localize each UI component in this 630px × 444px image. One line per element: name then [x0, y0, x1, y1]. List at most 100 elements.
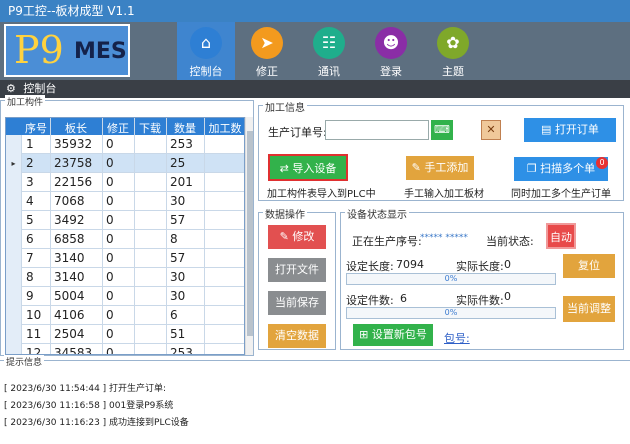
info-legend: 加工信息 — [263, 99, 307, 114]
table-cell: 7 — [26, 251, 34, 265]
nav-label: 登录 — [380, 65, 402, 78]
length-progress: 0% — [346, 273, 556, 285]
table-cell: 34583 — [54, 346, 93, 355]
table-row[interactable]: 8 3140 0 30 — [6, 268, 244, 287]
order-input[interactable] — [325, 120, 429, 140]
modify-button[interactable]: ✎ 修改 — [268, 225, 326, 249]
package-label[interactable]: 包号: — [444, 330, 470, 346]
table-row[interactable]: 5 3492 0 57 — [6, 211, 244, 230]
row-header[interactable] — [6, 249, 22, 268]
row-header[interactable] — [6, 344, 22, 354]
scan-multi-label: 扫描多个单 — [540, 162, 596, 175]
column-header[interactable]: 板长 — [50, 120, 102, 136]
gear-icon: ⚙ — [6, 82, 16, 95]
table-row[interactable]: 1 35932 0 253 — [6, 135, 244, 154]
table-cell: 57 — [170, 213, 186, 227]
import-caption: 加工构件表导入到PLC中 — [267, 189, 376, 200]
nav-item-3[interactable]: ☻ 登录 — [362, 22, 420, 80]
scrollbar-thumb[interactable] — [247, 131, 253, 336]
table-row[interactable]: 9 5004 0 30 — [6, 287, 244, 306]
clear-data-button[interactable]: 清空数据 — [268, 324, 326, 348]
table-row[interactable]: 6 6858 0 8 — [6, 230, 244, 249]
parts-table[interactable]: 序号 板长 修正 下载 数量 加工数 1 35932 0 253 ▸ 2 23758 0 25 3 22156… — [5, 117, 245, 355]
table-cell: 6 — [170, 308, 178, 322]
row-header[interactable] — [6, 287, 22, 306]
scan-badge: 0 — [596, 157, 608, 169]
close-order-button[interactable]: ✕ — [481, 120, 501, 140]
row-header[interactable] — [6, 135, 22, 154]
table-row[interactable]: 4 7068 0 30 — [6, 192, 244, 211]
nav-label: 主题 — [442, 65, 464, 78]
table-row[interactable]: 10 4106 0 6 — [6, 306, 244, 325]
table-cell: 5 — [26, 213, 34, 227]
id-card-icon: ☷ — [313, 27, 345, 59]
section-title-bar: ⚙ 控制台 — [0, 80, 630, 98]
save-current-button[interactable]: 当前保存 — [268, 291, 326, 315]
modify-label: 修改 — [292, 230, 315, 243]
table-cell: 3140 — [54, 270, 85, 284]
table-row[interactable]: 3 22156 0 201 — [6, 173, 244, 192]
table-cell: 0 — [106, 194, 114, 208]
row-header[interactable] — [6, 192, 22, 211]
row-header[interactable] — [6, 230, 22, 249]
open-order-button[interactable]: ▤ 打开订单 — [524, 118, 616, 142]
keyboard-icon: ⌨ — [434, 123, 450, 136]
table-row[interactable]: 12 34583 0 253 — [6, 344, 244, 355]
table-cell: 6858 — [54, 232, 85, 246]
edit-icon: ✎ — [279, 230, 293, 243]
manual-caption: 手工输入加工板材 — [404, 189, 484, 200]
nav-item-0[interactable]: ⌂ 控制台 — [177, 22, 235, 80]
new-package-button[interactable]: ⊞ 设置新包号 — [353, 324, 433, 346]
shuffle-icon: ⇄ — [279, 162, 293, 175]
table-row[interactable]: 11 2504 0 51 — [6, 325, 244, 344]
manual-add-button[interactable]: ✎ 手工添加 — [406, 156, 474, 180]
parts-panel: 加工构件 序号 板长 修正 下载 数量 加工数 1 35932 0 253 ▸ 2 23758 0 25 3… — [0, 95, 254, 356]
nav-item-1[interactable]: ➤ 修正 — [238, 22, 296, 80]
table-cell: 2 — [26, 156, 34, 170]
table-cell: 0 — [106, 156, 114, 170]
table-cell: 8 — [170, 232, 178, 246]
keyboard-button[interactable]: ⌨ — [431, 120, 453, 140]
table-cell: 0 — [106, 213, 114, 227]
column-header[interactable]: 加工数 — [204, 120, 244, 136]
table-cell: 0 — [106, 346, 114, 355]
state-label: 当前状态: — [486, 235, 534, 248]
table-cell: 30 — [170, 270, 186, 284]
nav-item-2[interactable]: ☷ 通讯 — [300, 22, 358, 80]
nav-item-4[interactable]: ✿ 主题 — [424, 22, 482, 80]
table-row[interactable]: ▸ 2 23758 0 25 — [6, 154, 244, 173]
data-ops-legend: 数据操作 — [263, 206, 307, 221]
row-header[interactable] — [6, 268, 22, 287]
row-header[interactable]: ▸ — [6, 154, 22, 173]
scan-caption: 同时加工多个生产订单 — [511, 189, 611, 200]
table-cell: 3492 — [54, 213, 85, 227]
column-header[interactable]: 下载 — [134, 120, 166, 136]
reset-button[interactable]: 复位 — [563, 254, 615, 278]
table-row[interactable]: 7 3140 0 57 — [6, 249, 244, 268]
scan-multi-button[interactable]: ❐ 扫描多个单 — [514, 157, 608, 181]
column-header[interactable]: 序号 — [22, 120, 50, 136]
import-device-label: 导入设备 — [292, 162, 337, 175]
column-header[interactable]: 修正 — [102, 120, 134, 136]
row-header[interactable] — [6, 173, 22, 192]
row-header[interactable] — [6, 211, 22, 230]
adjust-button[interactable]: 当前调整 — [563, 296, 615, 322]
set-count-value: 6 — [400, 292, 407, 305]
grid-divider — [134, 118, 135, 354]
table-cell: 4 — [26, 194, 34, 208]
table-cell: 2504 — [54, 327, 85, 341]
row-header[interactable] — [6, 325, 22, 344]
user-icon: ☻ — [375, 27, 407, 59]
logo-mes: MES — [74, 39, 127, 64]
table-cell: 0 — [106, 251, 114, 265]
set-length-value: 7094 — [396, 258, 424, 271]
table-scrollbar[interactable] — [245, 117, 253, 355]
column-header[interactable]: 数量 — [166, 120, 204, 136]
import-device-button[interactable]: ⇄ 导入设备 — [268, 154, 348, 181]
order-label: 生产订单号: — [268, 126, 327, 139]
table-cell: 57 — [170, 251, 186, 265]
row-header[interactable] — [6, 306, 22, 325]
open-file-button[interactable]: 打开文件 — [268, 258, 326, 282]
new-package-label: 设置新包号 — [371, 328, 427, 341]
table-cell: 51 — [170, 327, 186, 341]
